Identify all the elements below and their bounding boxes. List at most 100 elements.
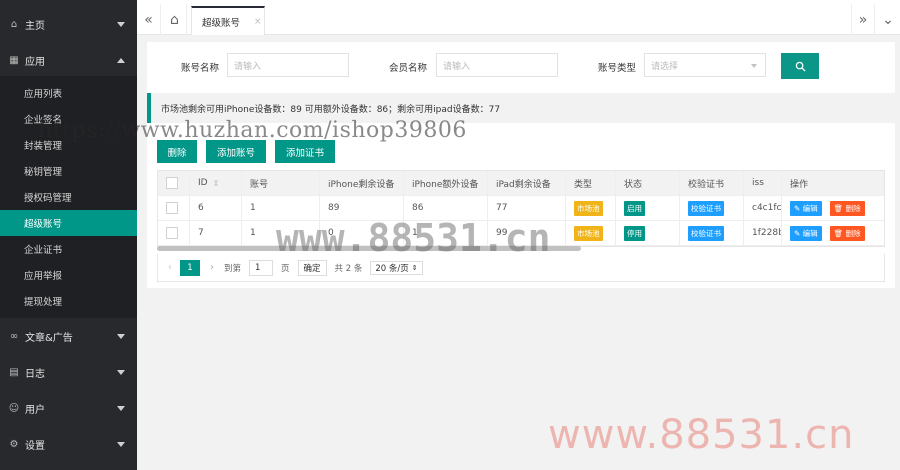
total-count: 共 2 条 — [334, 263, 363, 274]
edit-button[interactable]: ✎ 编辑 — [790, 225, 822, 241]
sidebar-item-super-account[interactable]: 超级账号 — [0, 210, 137, 236]
search-icon — [795, 61, 806, 72]
select-all-checkbox[interactable] — [166, 177, 178, 189]
cell-id: 6 — [190, 196, 242, 220]
row-select-cell — [158, 196, 190, 220]
trash-icon: 🗑 — [833, 203, 846, 213]
chevron-updown-icon: ⇕ — [411, 263, 418, 272]
page-unit-label: 页 — [281, 263, 290, 274]
delete-row-button[interactable]: 🗑 删除 — [829, 225, 865, 241]
verify-cert-button[interactable]: 校验证书 — [688, 225, 724, 241]
type-badge: 市场池 — [574, 200, 603, 216]
collapse-left-icon[interactable]: « — [137, 4, 161, 35]
delete-row-button[interactable]: 🗑 删除 — [829, 200, 865, 216]
trash-icon: 🗑 — [833, 228, 846, 238]
edit-icon: ✎ — [794, 203, 803, 213]
tab-bar: « ⌂ 超级账号 × » ⌄ — [137, 0, 900, 35]
sidebar-item-keys[interactable]: 秘钥管理 — [0, 158, 137, 184]
col-type: 类型 — [566, 171, 616, 195]
account-type-select[interactable]: 请选择 — [644, 53, 766, 77]
col-verify: 校验证书 — [680, 171, 744, 195]
chevron-down-icon — [751, 64, 757, 68]
link-icon: ∞ — [9, 330, 19, 342]
nav-apps[interactable]: ▦ 应用 — [0, 44, 137, 76]
cell-verify: 校验证书 — [680, 221, 744, 245]
col-id[interactable]: ID ⇕ — [190, 171, 242, 195]
nav-home-label: 主页 — [25, 20, 45, 32]
row-checkbox[interactable] — [166, 202, 178, 214]
sort-icon: ⇕ — [212, 178, 220, 188]
cell-id: 7 — [190, 221, 242, 245]
home-icon: ⌂ — [10, 18, 18, 30]
tab-super-account[interactable]: 超级账号 × — [191, 6, 265, 35]
nav-users[interactable]: ☺ 用户 — [0, 390, 137, 426]
status-badge[interactable]: 停用 — [624, 225, 645, 241]
cell-type: 市场池 — [566, 221, 616, 245]
account-name-input[interactable]: 请输入 — [227, 53, 349, 77]
goto-label: 到第 — [224, 263, 242, 274]
edit-label: 编辑 — [802, 228, 818, 238]
delete-button[interactable]: 删除 — [157, 140, 197, 163]
chevron-up-icon — [117, 57, 125, 63]
table-header: ID ⇕ 账号 iPhone剩余设备 iPhone额外设备 iPad剩余设备 类型… — [158, 171, 884, 196]
cell-iss: 1f228be — [744, 221, 782, 245]
row-select-cell — [158, 221, 190, 245]
edit-button[interactable]: ✎ 编辑 — [790, 200, 822, 216]
delete-label: 删除 — [845, 228, 861, 238]
next-page-icon[interactable]: › — [210, 262, 214, 273]
col-iphone-left: iPhone剩余设备 — [320, 171, 404, 195]
nav-logs-label: 日志 — [25, 368, 45, 380]
gear-icon: ⚙ — [9, 438, 19, 450]
nav-users-label: 用户 — [25, 404, 45, 416]
site-watermark: www.88531.cn — [276, 216, 551, 260]
nav-settings[interactable]: ⚙ 设置 — [0, 426, 137, 462]
cell-actions: ✎ 编辑 🗑 删除 — [782, 196, 878, 220]
nav-apps-label: 应用 — [25, 56, 45, 68]
current-page[interactable]: 1 — [180, 259, 200, 276]
page-size-select[interactable]: 20 条/页 ⇕ — [370, 260, 423, 275]
chevron-down-icon — [117, 441, 125, 447]
sidebar-item-auth-codes[interactable]: 授权码管理 — [0, 184, 137, 210]
goto-confirm-button[interactable]: 确定 — [297, 259, 327, 276]
cell-type: 市场池 — [566, 196, 616, 220]
account-type-label: 账号类型 — [598, 63, 637, 74]
goto-page-input[interactable]: 1 — [249, 259, 274, 276]
page-size-value: 20 条/页 — [375, 263, 409, 274]
row-checkbox[interactable] — [166, 227, 178, 239]
home-tab-icon[interactable]: ⌂ — [163, 4, 187, 35]
user-icon: ☺ — [8, 402, 20, 414]
add-cert-button[interactable]: 添加证书 — [275, 140, 335, 163]
sidebar-item-app-list[interactable]: 应用列表 — [0, 80, 137, 106]
chevron-down-icon — [117, 405, 125, 411]
nav-articles[interactable]: ∞ 文章&广告 — [0, 318, 137, 354]
cell-status: 停用 — [616, 221, 680, 245]
nav-home[interactable]: ⌂ 主页 — [0, 8, 137, 40]
sidebar-item-enterprise-cert[interactable]: 企业证书 — [0, 236, 137, 262]
member-name-input[interactable]: 请输入 — [436, 53, 558, 77]
delete-label: 删除 — [845, 203, 861, 213]
sidebar-item-app-report[interactable]: 应用举报 — [0, 262, 137, 288]
search-button[interactable] — [781, 53, 819, 79]
url-watermark: https://www.huzhan.com/ishop39806 — [38, 118, 467, 143]
scroll-right-icon[interactable]: » — [851, 4, 875, 35]
col-ipad-left: iPad剩余设备 — [488, 171, 566, 195]
apps-submenu: 应用列表 企业签名 封装管理 秘钥管理 授权码管理 超级账号 企业证书 应用举报… — [0, 76, 137, 318]
chevron-down-icon[interactable]: ⌄ — [876, 4, 900, 35]
sidebar: ⌂ 主页 ▦ 应用 应用列表 企业签名 封装管理 秘钥管理 授权码管理 超级账号… — [0, 0, 137, 470]
status-badge[interactable]: 启用 — [624, 200, 645, 216]
col-account: 账号 — [242, 171, 320, 195]
verify-cert-button[interactable]: 校验证书 — [688, 200, 724, 216]
prev-page-icon[interactable]: ‹ — [168, 262, 172, 273]
corner-watermark: www.88531.cn — [548, 412, 855, 458]
chevron-down-icon — [117, 369, 125, 375]
edit-label: 编辑 — [802, 203, 818, 213]
col-status: 状态 — [616, 171, 680, 195]
edit-icon: ✎ — [794, 228, 803, 238]
account-name-label: 账号名称 — [181, 63, 220, 74]
nav-logs[interactable]: ▤ 日志 — [0, 354, 137, 390]
col-id-label: ID — [198, 178, 208, 188]
close-icon[interactable]: × — [254, 17, 262, 27]
cell-status: 启用 — [616, 196, 680, 220]
sidebar-item-withdraw[interactable]: 提现处理 — [0, 288, 137, 314]
add-account-button[interactable]: 添加账号 — [206, 140, 266, 163]
